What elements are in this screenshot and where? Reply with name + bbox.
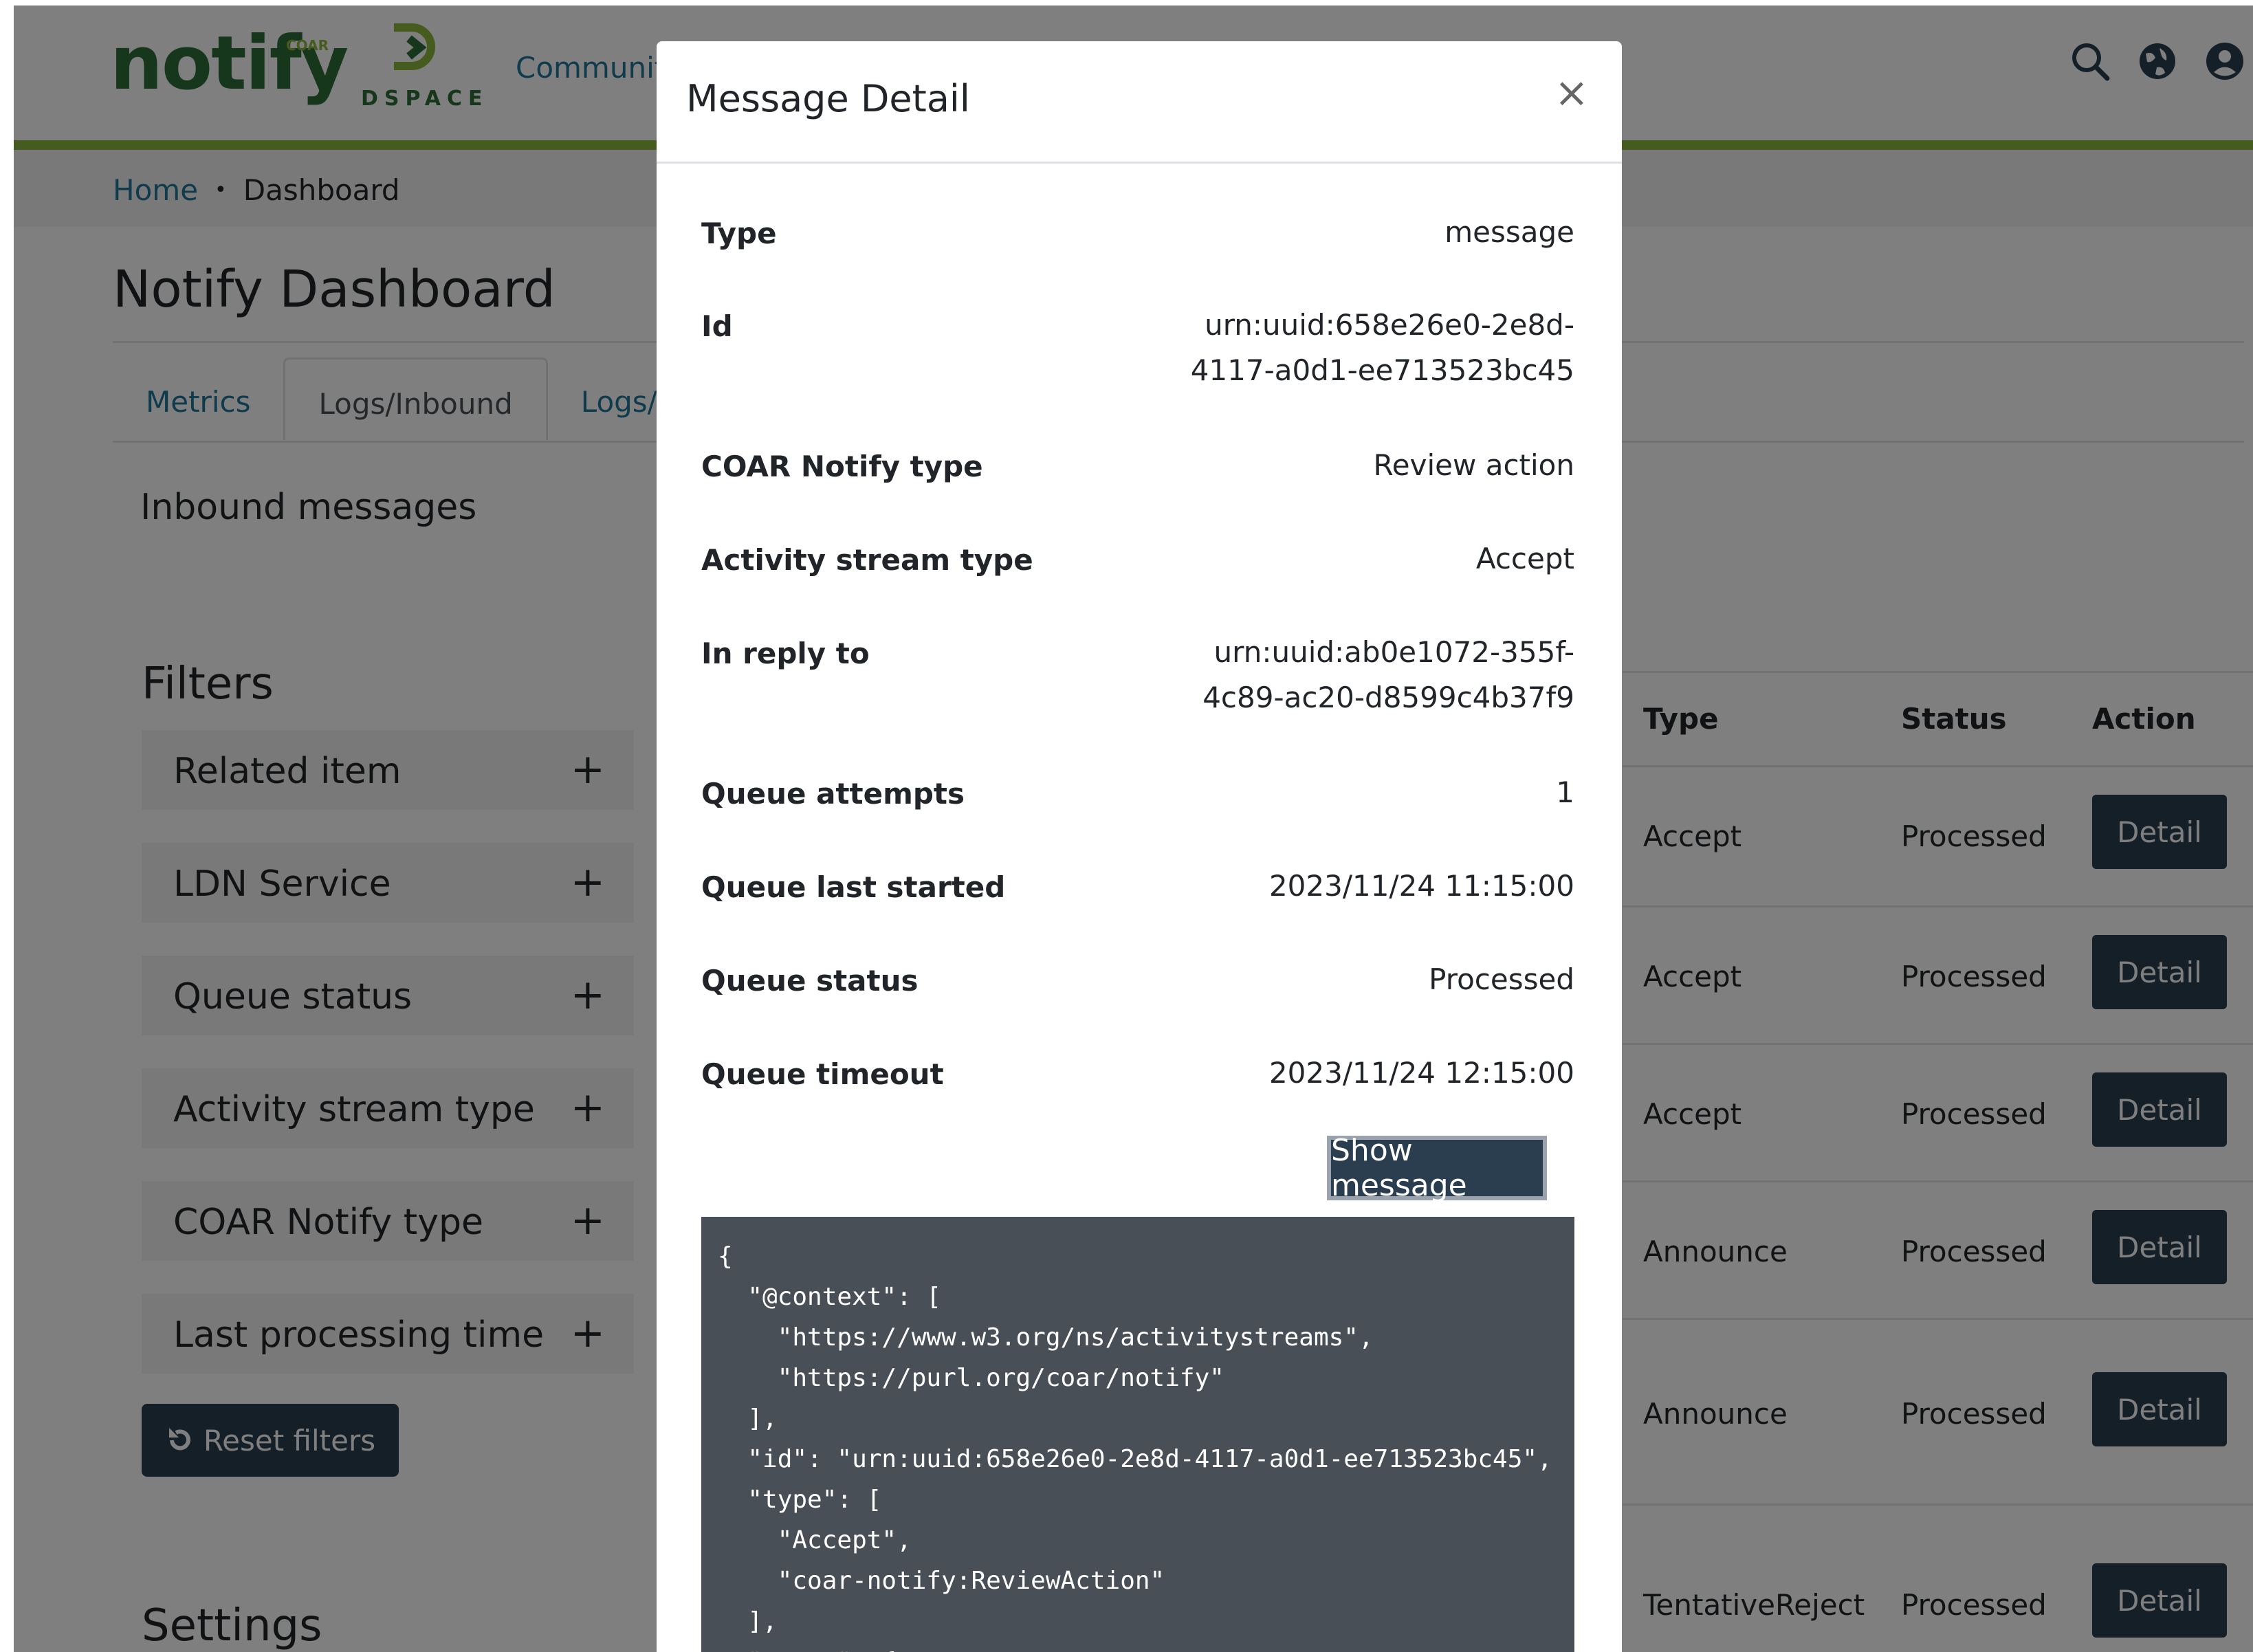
show-message-button[interactable]: Show message [1327, 1133, 1547, 1203]
field-value: Review action [1373, 448, 1574, 482]
field-value: 2023/11/24 12:15:00 [1268, 1056, 1574, 1090]
field-value-line: 4c89-ac20-d8599c4b37f9 [1202, 681, 1574, 714]
modal-title: Message Detail [686, 77, 970, 120]
field-label: In reply to [701, 637, 870, 670]
field-value-line: urn:uuid:658e26e0-2e8d- [1205, 308, 1574, 342]
field-label: Id [701, 309, 733, 343]
field-queue-status: Queue status Processed [701, 962, 1574, 1012]
field-label: Queue timeout [701, 1057, 944, 1091]
field-activity-stream-type: Activity stream type Accept [701, 542, 1574, 591]
field-value-line: urn:uuid:ab0e1072-355f- [1213, 635, 1574, 669]
close-icon[interactable]: × [1554, 69, 1589, 117]
message-detail-modal: Message Detail × Type message Id urn:uui… [657, 41, 1622, 1652]
field-label: Type [701, 217, 777, 250]
json-message-block[interactable]: { "@context": [ "https://www.w3.org/ns/a… [701, 1217, 1574, 1652]
field-label: Queue last started [701, 870, 1006, 904]
field-value: message [1444, 215, 1574, 249]
field-in-reply-to: In reply to urn:uuid:ab0e1072-355f- 4c89… [701, 635, 1574, 733]
field-queue-attempts: Queue attempts 1 [701, 775, 1574, 825]
field-value: Accept [1475, 542, 1574, 575]
field-queue-timeout: Queue timeout 2023/11/24 12:15:00 [701, 1056, 1574, 1105]
field-value-line: 4117-a0d1-ee713523bc45 [1190, 353, 1574, 387]
field-value: 2023/11/24 11:15:00 [1268, 869, 1574, 903]
field-value: urn:uuid:658e26e0-2e8d- 4117-a0d1-ee7135… [1191, 302, 1574, 393]
field-queue-last-started: Queue last started 2023/11/24 11:15:00 [701, 869, 1574, 918]
modal-header: Message Detail × [657, 41, 1622, 164]
field-type: Type message [701, 215, 1574, 265]
json-message-text: { "@context": [ "https://www.w3.org/ns/a… [718, 1242, 1552, 1652]
field-value: urn:uuid:ab0e1072-355f- 4c89-ac20-d8599c… [1202, 630, 1574, 720]
field-label: Queue attempts [701, 777, 965, 811]
field-id: Id urn:uuid:658e26e0-2e8d- 4117-a0d1-ee7… [701, 308, 1574, 406]
field-coar-notify-type: COAR Notify type Review action [701, 448, 1574, 498]
field-label: Queue status [701, 964, 919, 998]
field-value: Processed [1429, 962, 1574, 996]
field-label: COAR Notify type [701, 450, 983, 483]
field-label: Activity stream type [701, 543, 1033, 577]
field-value: 1 [1556, 775, 1574, 809]
